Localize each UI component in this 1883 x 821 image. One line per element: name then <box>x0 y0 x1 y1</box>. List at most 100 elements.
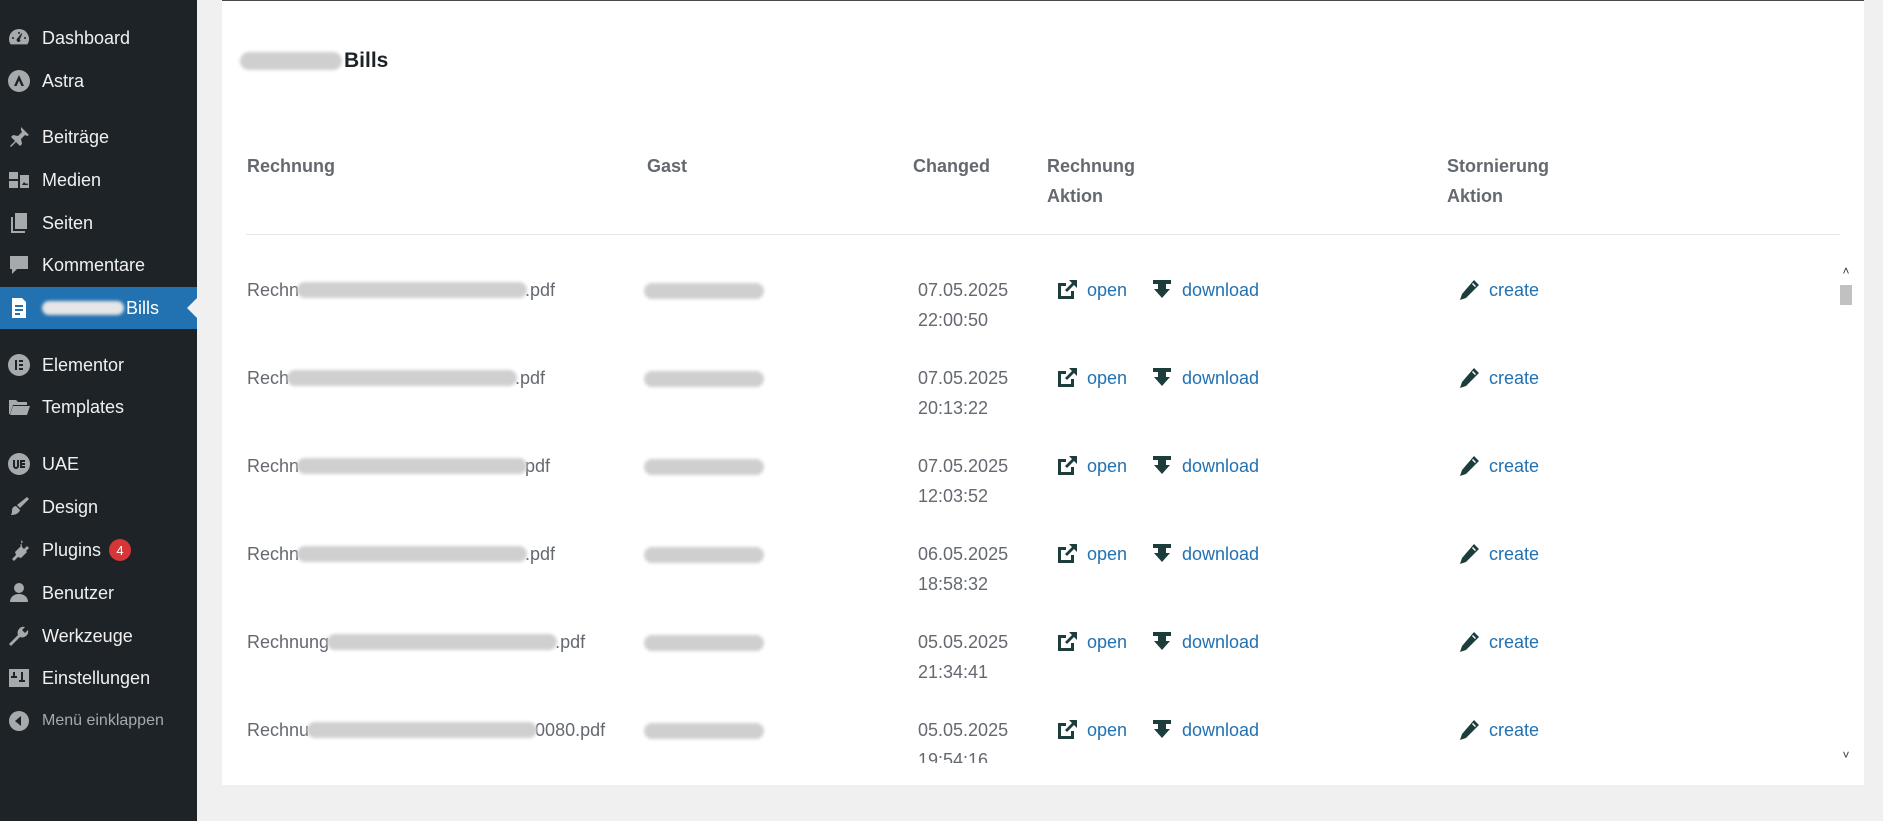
table-scrollbar[interactable]: ˄ ˅ <box>1838 263 1854 763</box>
invoice-file-name: Rechn .pdf <box>247 544 556 564</box>
changed-timestamp: 05.05.2025 21:34:41 <box>918 632 1009 682</box>
open-invoice-link[interactable]: open <box>1055 451 1127 481</box>
brush-icon <box>6 494 32 520</box>
download-invoice-link[interactable]: download <box>1150 539 1259 569</box>
scroll-up-arrow-icon[interactable]: ˄ <box>1838 263 1854 279</box>
changed-timestamp: 05.05.2025 19:54:16 <box>918 720 1009 763</box>
collapse-icon <box>6 708 32 734</box>
create-cancellation-link[interactable]: create <box>1457 275 1539 305</box>
download-invoice-link[interactable]: download <box>1150 627 1259 657</box>
create-cancellation-link[interactable]: create <box>1457 715 1539 745</box>
table-row: Rech .pdf 07.05.2025 20:13:22 open downl… <box>222 351 1832 439</box>
sidebar-item-kommentare[interactable]: Kommentare <box>0 244 197 286</box>
sidebar-item-beitraege[interactable]: Beiträge <box>0 116 197 158</box>
sidebar-item-uae[interactable]: UAE <box>0 443 197 485</box>
redacted-text <box>297 282 528 298</box>
open-invoice-link[interactable]: open <box>1055 275 1127 305</box>
sidebar-item-label: Design <box>42 496 99 517</box>
bills-table-body: Rechn .pdf 07.05.2025 22:00:50 open down… <box>222 263 1832 763</box>
settings-icon <box>6 665 32 691</box>
table-row: Rechn pdf 07.05.2025 12:03:52 open downl… <box>222 439 1832 527</box>
invoice-file-name: Rechn .pdf <box>247 280 556 300</box>
pencil-icon <box>1460 280 1479 300</box>
sidebar-item-label: Seiten <box>42 212 94 233</box>
sidebar-item-werkzeuge[interactable]: Werkzeuge <box>0 615 197 657</box>
create-cancellation-link[interactable]: create <box>1457 451 1539 481</box>
create-cancellation-link[interactable]: create <box>1457 363 1539 393</box>
external-link-icon <box>1058 544 1077 563</box>
bills-panel: Bills Rechnung Gast Changed Rechnung Akt… <box>222 0 1864 785</box>
sidebar-item-bills[interactable]: Bills <box>0 287 197 329</box>
astra-icon <box>6 68 32 94</box>
collapse-menu-button[interactable]: Menü einklappen <box>0 700 197 742</box>
download-icon <box>1153 632 1171 650</box>
sidebar-item-label: Beiträge <box>42 126 110 147</box>
download-icon <box>1153 456 1171 474</box>
redacted-text <box>297 458 528 474</box>
sidebar-item-label: Menü einklappen <box>42 712 164 729</box>
guest-name <box>644 715 764 745</box>
changed-timestamp: 06.05.2025 18:58:32 <box>918 544 1009 594</box>
open-invoice-link[interactable]: open <box>1055 627 1127 657</box>
column-header-gast: Gast <box>647 156 688 176</box>
download-invoice-link[interactable]: download <box>1150 275 1259 305</box>
sidebar-item-label: Astra <box>42 70 85 91</box>
sidebar-item-label: Templates <box>42 396 125 417</box>
sidebar-item-templates[interactable]: Templates <box>0 386 197 428</box>
open-invoice-link[interactable]: open <box>1055 539 1127 569</box>
sidebar-item-design[interactable]: Design <box>0 486 197 528</box>
guest-name <box>644 451 764 481</box>
redacted-text <box>297 546 528 562</box>
table-row: Rechn .pdf 06.05.2025 18:58:32 open down… <box>222 527 1832 615</box>
download-invoice-link[interactable]: download <box>1150 715 1259 745</box>
open-invoice-link[interactable]: open <box>1055 363 1127 393</box>
page-title: Bills <box>240 49 388 73</box>
elementor-icon <box>6 352 32 378</box>
column-header-rechnung-aktion: Rechnung Aktion <box>1047 156 1135 206</box>
create-cancellation-link[interactable]: create <box>1457 627 1539 657</box>
sidebar-item-dashboard[interactable]: Dashboard <box>0 17 197 59</box>
external-link-icon <box>1058 720 1077 739</box>
download-icon <box>1153 544 1171 562</box>
pin-icon <box>6 124 32 150</box>
guest-name <box>644 363 764 393</box>
redacted-text <box>307 722 538 738</box>
open-invoice-link[interactable]: open <box>1055 715 1127 745</box>
external-link-icon <box>1058 368 1077 387</box>
sidebar-item-label: Benutzer <box>42 582 115 603</box>
redacted-text <box>42 301 124 315</box>
uae-icon <box>6 451 32 477</box>
scroll-thumb[interactable] <box>1840 285 1852 305</box>
create-cancellation-link[interactable]: create <box>1457 539 1539 569</box>
scroll-down-arrow-icon[interactable]: ˅ <box>1838 747 1854 763</box>
column-header-changed: Changed <box>913 156 991 176</box>
table-row: Rechnu 0080.pdf 05.05.2025 19:54:16 open… <box>222 703 1832 763</box>
dashboard-icon <box>6 25 32 51</box>
redacted-text <box>644 547 764 564</box>
download-invoice-link[interactable]: download <box>1150 363 1259 393</box>
sidebar-item-plugins[interactable]: Plugins 4 <box>0 529 197 571</box>
table-row: Rechnung .pdf 05.05.2025 21:34:41 open d… <box>222 615 1832 703</box>
sidebar-item-einstellungen[interactable]: Einstellungen <box>0 657 197 699</box>
sidebar-item-benutzer[interactable]: Benutzer <box>0 572 197 614</box>
pencil-icon <box>1460 368 1479 388</box>
redacted-text <box>327 634 558 650</box>
changed-timestamp: 07.05.2025 12:03:52 <box>918 456 1009 506</box>
sidebar-item-medien[interactable]: Medien <box>0 159 197 201</box>
column-header-stornierung-aktion: Stornierung Aktion <box>1447 156 1549 206</box>
download-invoice-link[interactable]: download <box>1150 451 1259 481</box>
sidebar-item-astra[interactable]: Astra <box>0 60 197 102</box>
admin-sidebar: Dashboard Astra Beiträge Medien Seiten K… <box>0 0 197 821</box>
sidebar-item-label: Bills <box>126 297 160 318</box>
sidebar-item-seiten[interactable]: Seiten <box>0 202 197 244</box>
user-icon <box>6 580 32 606</box>
update-count-badge: 4 <box>109 539 132 561</box>
invoice-file-name: Rechnu 0080.pdf <box>247 720 606 740</box>
comment-icon <box>6 252 32 278</box>
media-icon <box>6 167 32 193</box>
sidebar-item-elementor[interactable]: Elementor <box>0 344 197 386</box>
plugin-icon <box>6 537 32 563</box>
sidebar-item-label: Kommentare <box>42 254 146 275</box>
redacted-text <box>287 370 518 386</box>
sidebar-item-label: UAE <box>42 453 80 474</box>
